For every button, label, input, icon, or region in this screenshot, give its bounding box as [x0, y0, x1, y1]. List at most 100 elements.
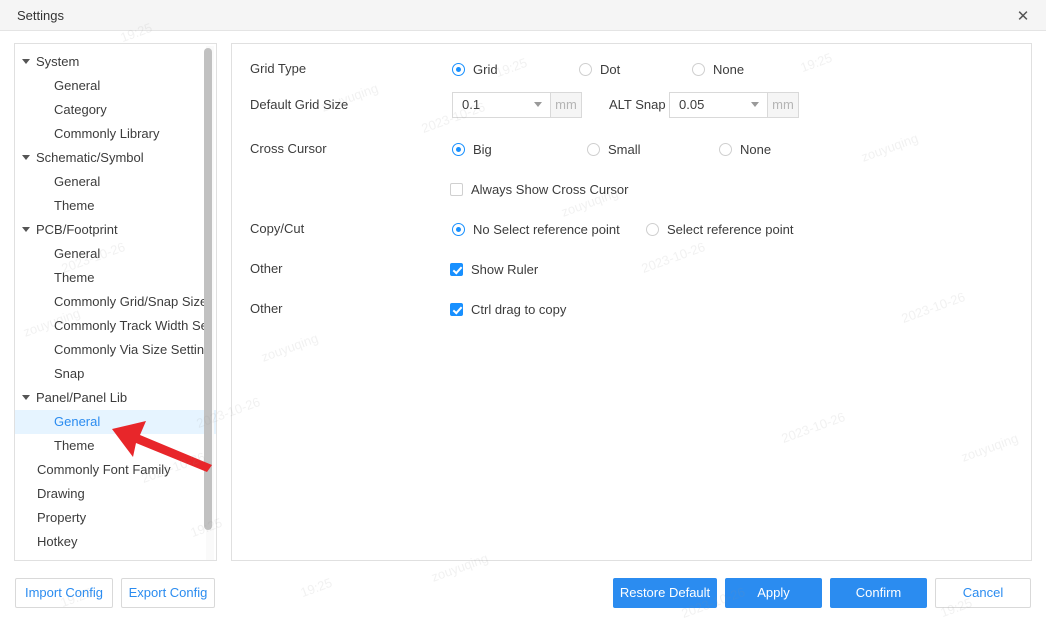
- sidebar-item-label: Drawing: [37, 486, 85, 501]
- chevron-down-icon: [751, 102, 759, 107]
- radio-mark: [692, 62, 705, 76]
- row-grid-type: Grid Type Grid Dot None: [232, 58, 1031, 80]
- sidebar-item-snap[interactable]: Snap: [15, 362, 205, 386]
- caret-down-icon[interactable]: [22, 395, 30, 401]
- sidebar-item-property[interactable]: Property: [15, 506, 205, 530]
- sidebar-item-theme[interactable]: Theme: [15, 194, 205, 218]
- checkbox-ctrl-drag-to-copy[interactable]: Ctrl drag to copy: [450, 298, 566, 320]
- sidebar-item-label: Commonly Track Width Setti: [54, 318, 205, 333]
- radio-cross-cursor-none[interactable]: None: [719, 138, 771, 160]
- apply-button[interactable]: Apply: [725, 578, 822, 608]
- watermark-text: 19:25: [298, 574, 335, 601]
- sidebar-item-schematic-symbol[interactable]: Schematic/Symbol: [15, 146, 205, 170]
- checkbox-show-ruler[interactable]: Show Ruler: [450, 258, 538, 280]
- sidebar-item-label: Theme: [54, 438, 95, 453]
- default-grid-size-value: 0.1: [462, 97, 481, 112]
- sidebar-item-label: Commonly Library: [54, 126, 160, 141]
- sidebar-scrollbar-track[interactable]: [204, 46, 214, 560]
- row-cross-cursor: Cross Cursor Big Small None: [232, 138, 1031, 160]
- radio-label: Big: [473, 141, 492, 157]
- default-grid-size-select[interactable]: 0.1: [452, 92, 551, 118]
- row-default-grid-size: Default Grid Size 0.1 mm ALT Snap 0.05 m…: [232, 92, 1031, 118]
- radio-label: Dot: [600, 61, 621, 77]
- sidebar-item-label: Theme: [54, 270, 95, 285]
- caret-down-icon[interactable]: [22, 227, 30, 233]
- radio-cross-cursor-small[interactable]: Small: [587, 138, 641, 160]
- sidebar-item-panel-panel-lib[interactable]: Panel/Panel Lib: [15, 386, 205, 410]
- window-title: Settings: [17, 8, 64, 23]
- sidebar-item-category[interactable]: Category: [15, 98, 205, 122]
- sidebar-item-commonly-font-family[interactable]: Commonly Font Family: [15, 458, 205, 482]
- cross-cursor-label: Cross Cursor: [250, 141, 327, 156]
- restore-default-button[interactable]: Restore Default: [613, 578, 717, 608]
- sidebar-item-theme[interactable]: Theme: [15, 266, 205, 290]
- radio-grid-type-none[interactable]: None: [692, 58, 744, 80]
- sidebar-item-hotkey[interactable]: Hotkey: [15, 530, 205, 554]
- sidebar-scrollbar-thumb[interactable]: [204, 48, 212, 530]
- sidebar-item-label: Snap: [54, 366, 85, 381]
- sidebar-item-pcb-footprint[interactable]: PCB/Footprint: [15, 218, 205, 242]
- sidebar-item-drawing[interactable]: Drawing: [15, 482, 205, 506]
- checkbox-label: Always Show Cross Cursor: [471, 181, 629, 197]
- sidebar-item-commonly-track-width-setti[interactable]: Commonly Track Width Setti: [15, 314, 205, 338]
- settings-tree: System General Category Commonly Library Sch…: [15, 50, 216, 554]
- settings-content-panel: Grid Type Grid Dot None Default Grid Siz…: [231, 43, 1032, 561]
- row-show-ruler: Other Show Ruler: [232, 258, 1031, 280]
- alt-snap-select[interactable]: 0.05: [669, 92, 768, 118]
- alt-snap-unit: mm: [768, 92, 799, 118]
- sidebar-item-label: General: [54, 174, 101, 189]
- sidebar-item-label: Commonly Via Size Setting: [54, 342, 205, 357]
- radio-copy-cut-select-reference-point[interactable]: Select reference point: [646, 218, 793, 240]
- sidebar-item-label: Commonly Grid/Snap Size S: [54, 294, 205, 309]
- radio-mark: [452, 142, 465, 156]
- sidebar-item-general[interactable]: General: [15, 410, 216, 434]
- sidebar-item-commonly-library[interactable]: Commonly Library: [15, 122, 205, 146]
- radio-mark: [579, 62, 592, 76]
- radio-grid-type-grid[interactable]: Grid: [452, 58, 498, 80]
- caret-down-icon[interactable]: [22, 59, 30, 65]
- sidebar-item-label: Panel/Panel Lib: [36, 390, 128, 405]
- copy-cut-label: Copy/Cut: [250, 221, 305, 236]
- show-ruler-row-label: Other: [250, 261, 283, 276]
- sidebar-item-general[interactable]: General: [15, 170, 205, 194]
- row-ctrl-drag-to-copy: Other Ctrl drag to copy: [232, 298, 1031, 320]
- radio-label: No Select reference point: [473, 221, 620, 237]
- checkbox-always-show-cross-cursor[interactable]: Always Show Cross Cursor: [450, 178, 629, 200]
- sidebar-item-commonly-grid-snap-size-s[interactable]: Commonly Grid/Snap Size S: [15, 290, 205, 314]
- grid-type-label: Grid Type: [250, 61, 307, 76]
- ctrl-drag-row-label: Other: [250, 301, 283, 316]
- caret-down-icon[interactable]: [22, 155, 30, 161]
- sidebar-item-label: Category: [54, 102, 107, 117]
- radio-cross-cursor-big[interactable]: Big: [452, 138, 492, 160]
- radio-mark: [452, 222, 465, 236]
- sidebar-item-label: Property: [37, 510, 87, 525]
- checkbox-label: Ctrl drag to copy: [471, 301, 567, 317]
- radio-mark: [646, 222, 659, 236]
- sidebar-item-label: Commonly Font Family: [37, 462, 171, 477]
- radio-mark: [587, 142, 600, 156]
- radio-mark: [719, 142, 732, 156]
- sidebar-item-commonly-via-size-setting[interactable]: Commonly Via Size Setting: [15, 338, 205, 362]
- checkbox-mark: [450, 262, 463, 276]
- sidebar-item-label: General: [54, 414, 101, 429]
- alt-snap-label: ALT Snap: [609, 97, 666, 112]
- confirm-button[interactable]: Confirm: [830, 578, 927, 608]
- import-config-button[interactable]: Import Config: [15, 578, 113, 608]
- radio-grid-type-dot[interactable]: Dot: [579, 58, 620, 80]
- sidebar-item-label: Schematic/Symbol: [36, 150, 144, 165]
- sidebar-item-theme[interactable]: Theme: [15, 434, 205, 458]
- sidebar-item-system[interactable]: System: [15, 50, 205, 74]
- default-grid-size-control: 0.1 mm: [452, 92, 582, 118]
- close-icon[interactable]: ✕: [1008, 4, 1038, 28]
- radio-mark: [452, 62, 465, 76]
- default-grid-size-unit: mm: [551, 92, 582, 118]
- radio-copy-cut-no-select-reference-point[interactable]: No Select reference point: [452, 218, 620, 240]
- sidebar-item-general[interactable]: General: [15, 242, 205, 266]
- export-config-button[interactable]: Export Config: [121, 578, 215, 608]
- sidebar-item-general[interactable]: General: [15, 74, 205, 98]
- cancel-button[interactable]: Cancel: [935, 578, 1031, 608]
- alt-snap-control: 0.05 mm: [669, 92, 799, 118]
- alt-snap-value: 0.05: [679, 97, 705, 112]
- settings-sidebar: System General Category Commonly Library Sch…: [14, 43, 217, 561]
- checkbox-mark: [450, 182, 463, 196]
